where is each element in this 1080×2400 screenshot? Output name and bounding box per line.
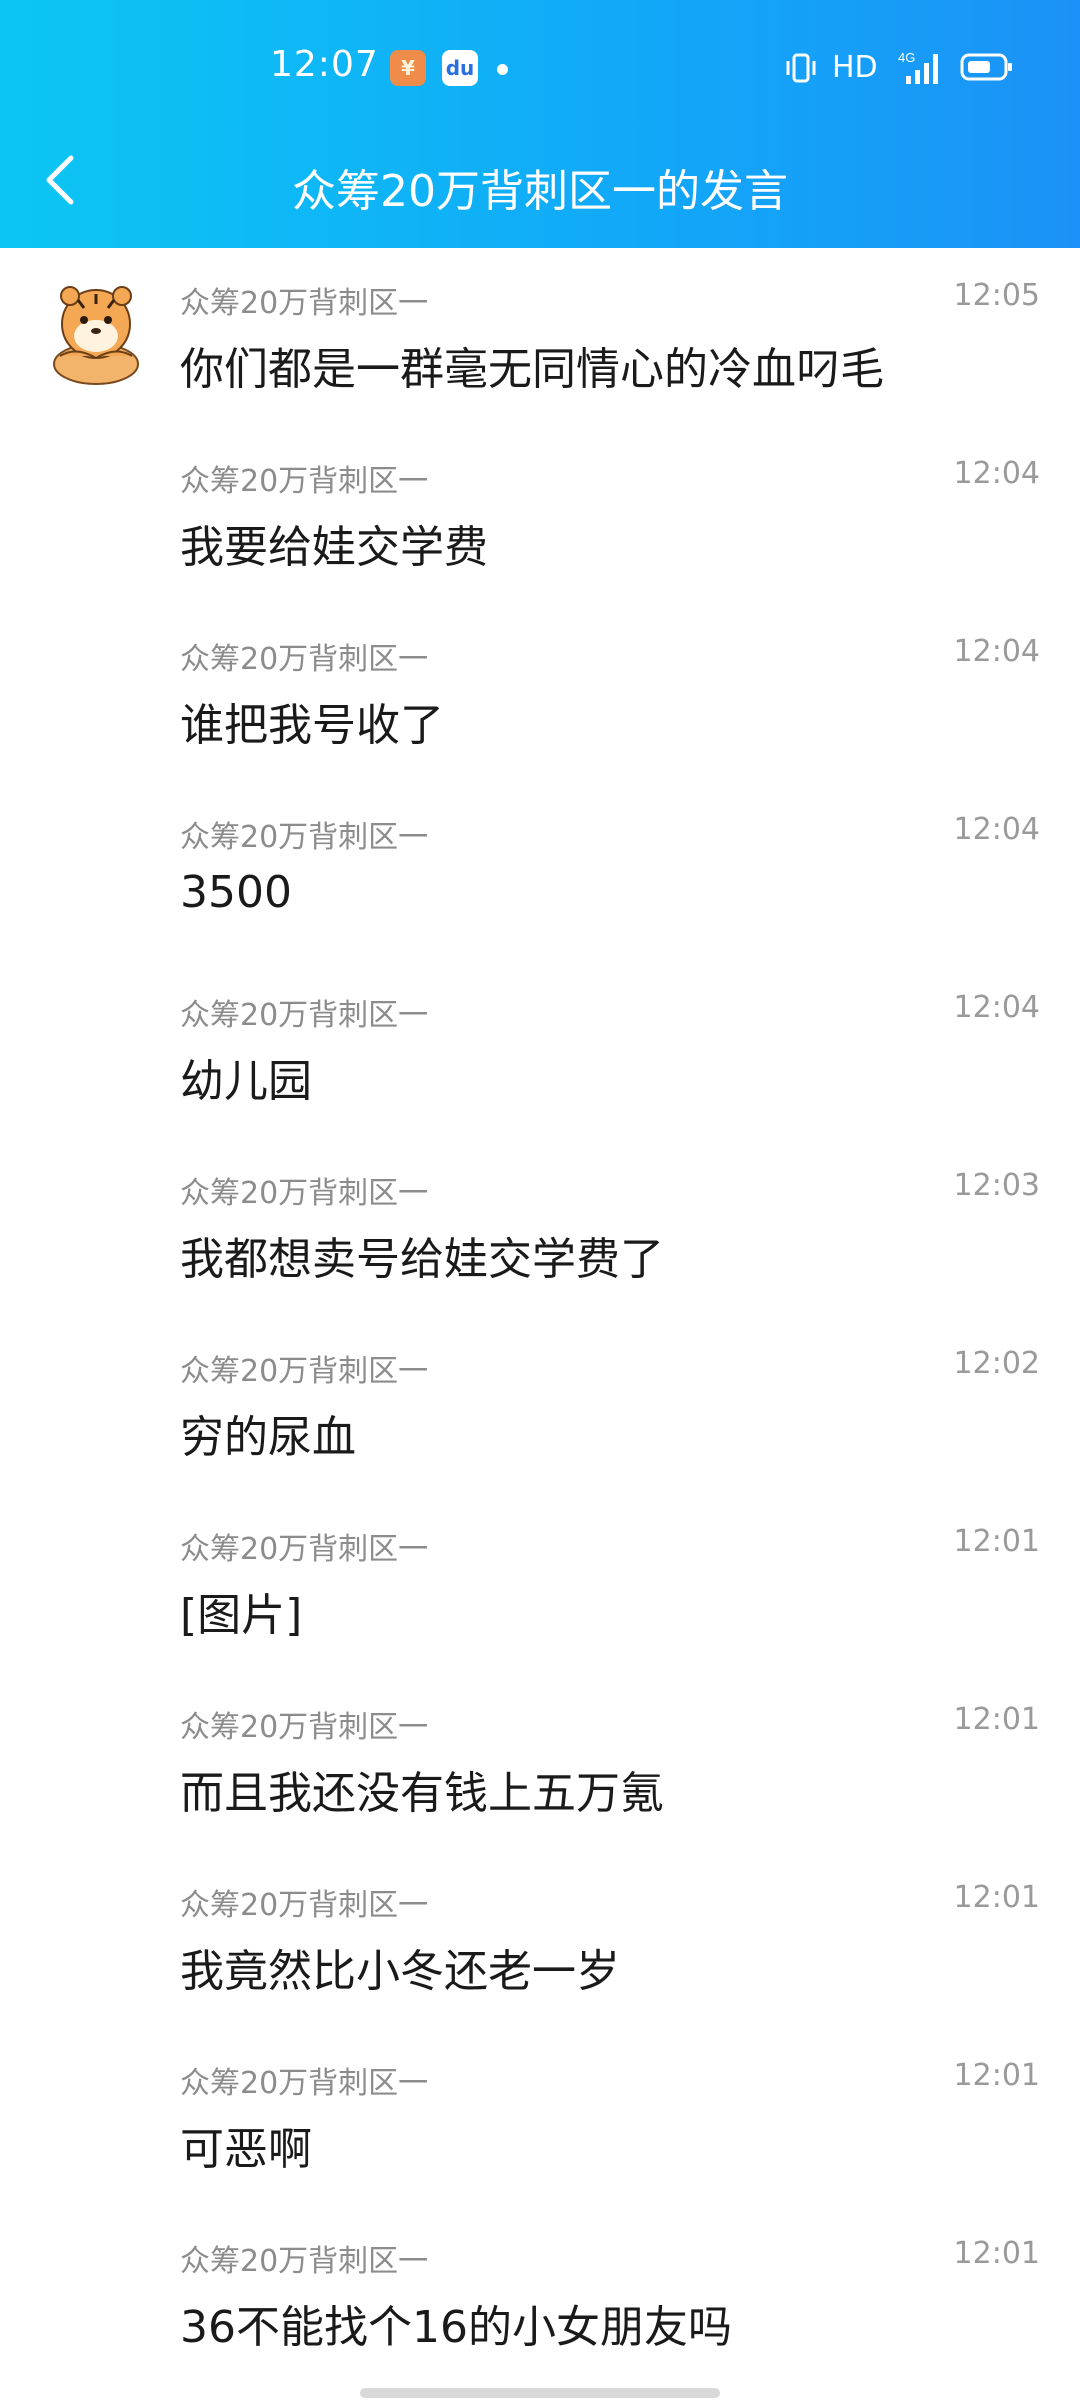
message-item[interactable]: 众筹20万背刺区一 12:03 我都想卖号给娃交学费了 — [0, 1138, 1080, 1316]
app-header: 12:07 ¥ du HD 4G 众筹20万背刺区一的发言 — [0, 0, 1080, 248]
message-time: 12:01 — [953, 1702, 1040, 1737]
sender-name: 众筹20万背刺区一 — [180, 820, 429, 855]
message-text: 3500 — [180, 867, 292, 918]
sender-name: 众筹20万背刺区一 — [180, 464, 429, 499]
message-text: 你们都是一群毫无同情心的冷血叼毛 — [180, 344, 884, 395]
svg-text:4G: 4G — [898, 50, 915, 65]
message-item[interactable]: 众筹20万背刺区一 12:05 你们都是一群毫无同情心的冷血叼毛 — [0, 248, 1080, 426]
message-text: 可恶啊 — [180, 2124, 312, 2175]
hd-indicator: HD — [832, 50, 878, 85]
vibrate-icon — [784, 52, 818, 88]
sender-name: 众筹20万背刺区一 — [180, 2066, 429, 2101]
notification-dot-icon — [497, 64, 508, 75]
message-item[interactable]: 众筹20万背刺区一 12:01 可恶啊 — [0, 2028, 1080, 2206]
status-bar: 12:07 ¥ du HD 4G — [0, 0, 1080, 140]
sender-name: 众筹20万背刺区一 — [180, 1888, 429, 1923]
message-item[interactable]: 众筹20万背刺区一 12:04 我要给娃交学费 — [0, 426, 1080, 604]
sender-name: 众筹20万背刺区一 — [180, 2244, 429, 2279]
message-text: 36不能找个16的小女朋友吗 — [180, 2302, 732, 2353]
wallet-app-icon: ¥ — [390, 50, 426, 86]
message-item[interactable]: 众筹20万背刺区一 12:04 3500 — [0, 782, 1080, 960]
message-text: 而且我还没有钱上五万氪 — [180, 1768, 664, 1819]
message-item[interactable]: 众筹20万背刺区一 12:01 [图片] — [0, 1494, 1080, 1672]
message-text: 我都想卖号给娃交学费了 — [180, 1234, 664, 1285]
message-time: 12:04 — [953, 456, 1040, 491]
message-time: 12:04 — [953, 990, 1040, 1025]
message-text: 谁把我号收了 — [180, 700, 444, 751]
message-item[interactable]: 众筹20万背刺区一 12:04 幼儿园 — [0, 960, 1080, 1138]
message-item[interactable]: 众筹20万背刺区一 12:01 36不能找个16的小女朋友吗 — [0, 2206, 1080, 2384]
message-time: 12:01 — [953, 2236, 1040, 2271]
message-list[interactable]: 众筹20万背刺区一 12:05 你们都是一群毫无同情心的冷血叼毛 众筹20万背刺… — [0, 248, 1080, 2384]
sender-name: 众筹20万背刺区一 — [180, 1532, 429, 1567]
sender-name: 众筹20万背刺区一 — [180, 286, 429, 321]
message-text: 我要给娃交学费 — [180, 522, 488, 573]
home-indicator[interactable] — [360, 2388, 720, 2398]
message-time: 12:03 — [953, 1168, 1040, 1203]
message-time: 12:01 — [953, 1880, 1040, 1915]
status-time: 12:07 — [270, 44, 379, 85]
page-title: 众筹20万背刺区一的发言 — [292, 166, 788, 217]
battery-icon — [960, 52, 1014, 86]
message-time: 12:04 — [953, 634, 1040, 669]
message-item[interactable]: 众筹20万背刺区一 12:01 我竟然比小冬还老一岁 — [0, 1850, 1080, 2028]
sender-name: 众筹20万背刺区一 — [180, 1176, 429, 1211]
sender-name: 众筹20万背刺区一 — [180, 642, 429, 677]
message-item[interactable]: 众筹20万背刺区一 12:02 穷的尿血 — [0, 1316, 1080, 1494]
sender-name: 众筹20万背刺区一 — [180, 1354, 429, 1389]
message-text: 幼儿园 — [180, 1056, 312, 1107]
message-item[interactable]: 众筹20万背刺区一 12:01 而且我还没有钱上五万氪 — [0, 1672, 1080, 1850]
message-image-placeholder[interactable]: [图片] — [180, 1579, 302, 1643]
message-text: 穷的尿血 — [180, 1412, 356, 1463]
message-time: 12:02 — [953, 1346, 1040, 1381]
baidu-app-icon: du — [442, 50, 478, 86]
message-text: 我竟然比小冬还老一岁 — [180, 1946, 620, 1997]
signal-icon: 4G — [898, 50, 948, 90]
message-time: 12:01 — [953, 1524, 1040, 1559]
message-time: 12:04 — [953, 812, 1040, 847]
message-time: 12:05 — [953, 278, 1040, 313]
message-item[interactable]: 众筹20万背刺区一 12:04 谁把我号收了 — [0, 604, 1080, 782]
sender-name: 众筹20万背刺区一 — [180, 998, 429, 1033]
message-time: 12:01 — [953, 2058, 1040, 2093]
sender-name: 众筹20万背刺区一 — [180, 1710, 429, 1745]
avatar[interactable] — [46, 276, 146, 386]
